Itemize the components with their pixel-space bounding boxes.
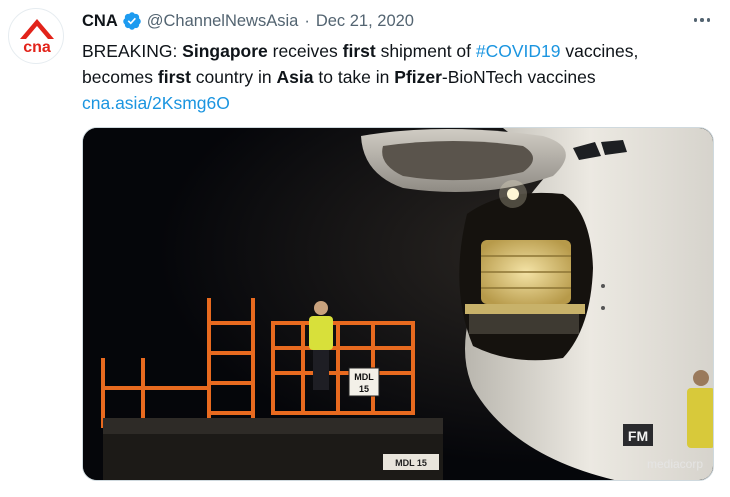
- svg-text:cna: cna: [23, 39, 51, 56]
- text-bold: first: [157, 67, 191, 87]
- display-name[interactable]: CNA: [82, 12, 118, 31]
- handle[interactable]: @ChannelNewsAsia: [147, 12, 299, 31]
- verified-badge-icon: [122, 11, 142, 31]
- text-segment: receives: [267, 41, 343, 61]
- tweet-photo[interactable]: FM MDL 15 MDL 15 mediacorp: [82, 127, 714, 481]
- url-link[interactable]: cna.asia/2Ksmg6O: [82, 93, 230, 113]
- text-bold: first: [342, 41, 376, 61]
- text-bold: Asia: [276, 67, 314, 87]
- tweet-text: BREAKING: Singapore receives first shipm…: [82, 38, 712, 116]
- loader-base-label: MDL 15: [395, 458, 427, 468]
- separator-dot: ·: [304, 11, 310, 30]
- text-segment: country in: [190, 67, 277, 87]
- loader-sign-number: 15: [359, 384, 369, 394]
- plane-marking-label: FM: [628, 428, 648, 444]
- tweet-date[interactable]: Dec 21, 2020: [316, 12, 414, 31]
- more-options-icon[interactable]: [690, 10, 714, 30]
- cargo-plane-photo: FM MDL 15 MDL 15 mediacorp: [83, 128, 713, 480]
- hashtag-link[interactable]: #COVID19: [476, 41, 561, 61]
- text-segment: to take in: [313, 67, 395, 87]
- text-segment: -BioNTech vaccines: [441, 67, 596, 87]
- text-bold: Pfizer: [394, 67, 442, 87]
- loader-sign-label: MDL: [354, 372, 374, 382]
- tweet-card[interactable]: cna CNA @ChannelNewsAsia · Dec 21, 2020 …: [0, 0, 730, 497]
- text-bold: Singapore: [182, 41, 268, 61]
- tweet-header: CNA @ChannelNewsAsia · Dec 21, 2020: [82, 9, 414, 33]
- mediacorp-watermark: mediacorp: [647, 457, 703, 471]
- text-segment: BREAKING:: [82, 41, 183, 61]
- avatar[interactable]: cna: [8, 8, 64, 64]
- cna-logo: cna: [20, 19, 54, 56]
- text-segment: shipment of: [375, 41, 476, 61]
